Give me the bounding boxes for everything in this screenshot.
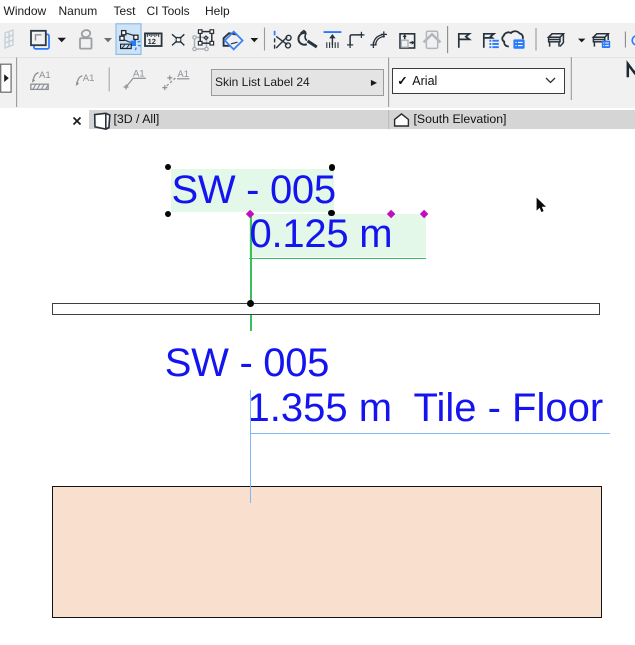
- svg-text:A1: A1: [39, 70, 51, 81]
- svg-text:A1: A1: [83, 73, 95, 84]
- svg-text:12: 12: [148, 37, 156, 46]
